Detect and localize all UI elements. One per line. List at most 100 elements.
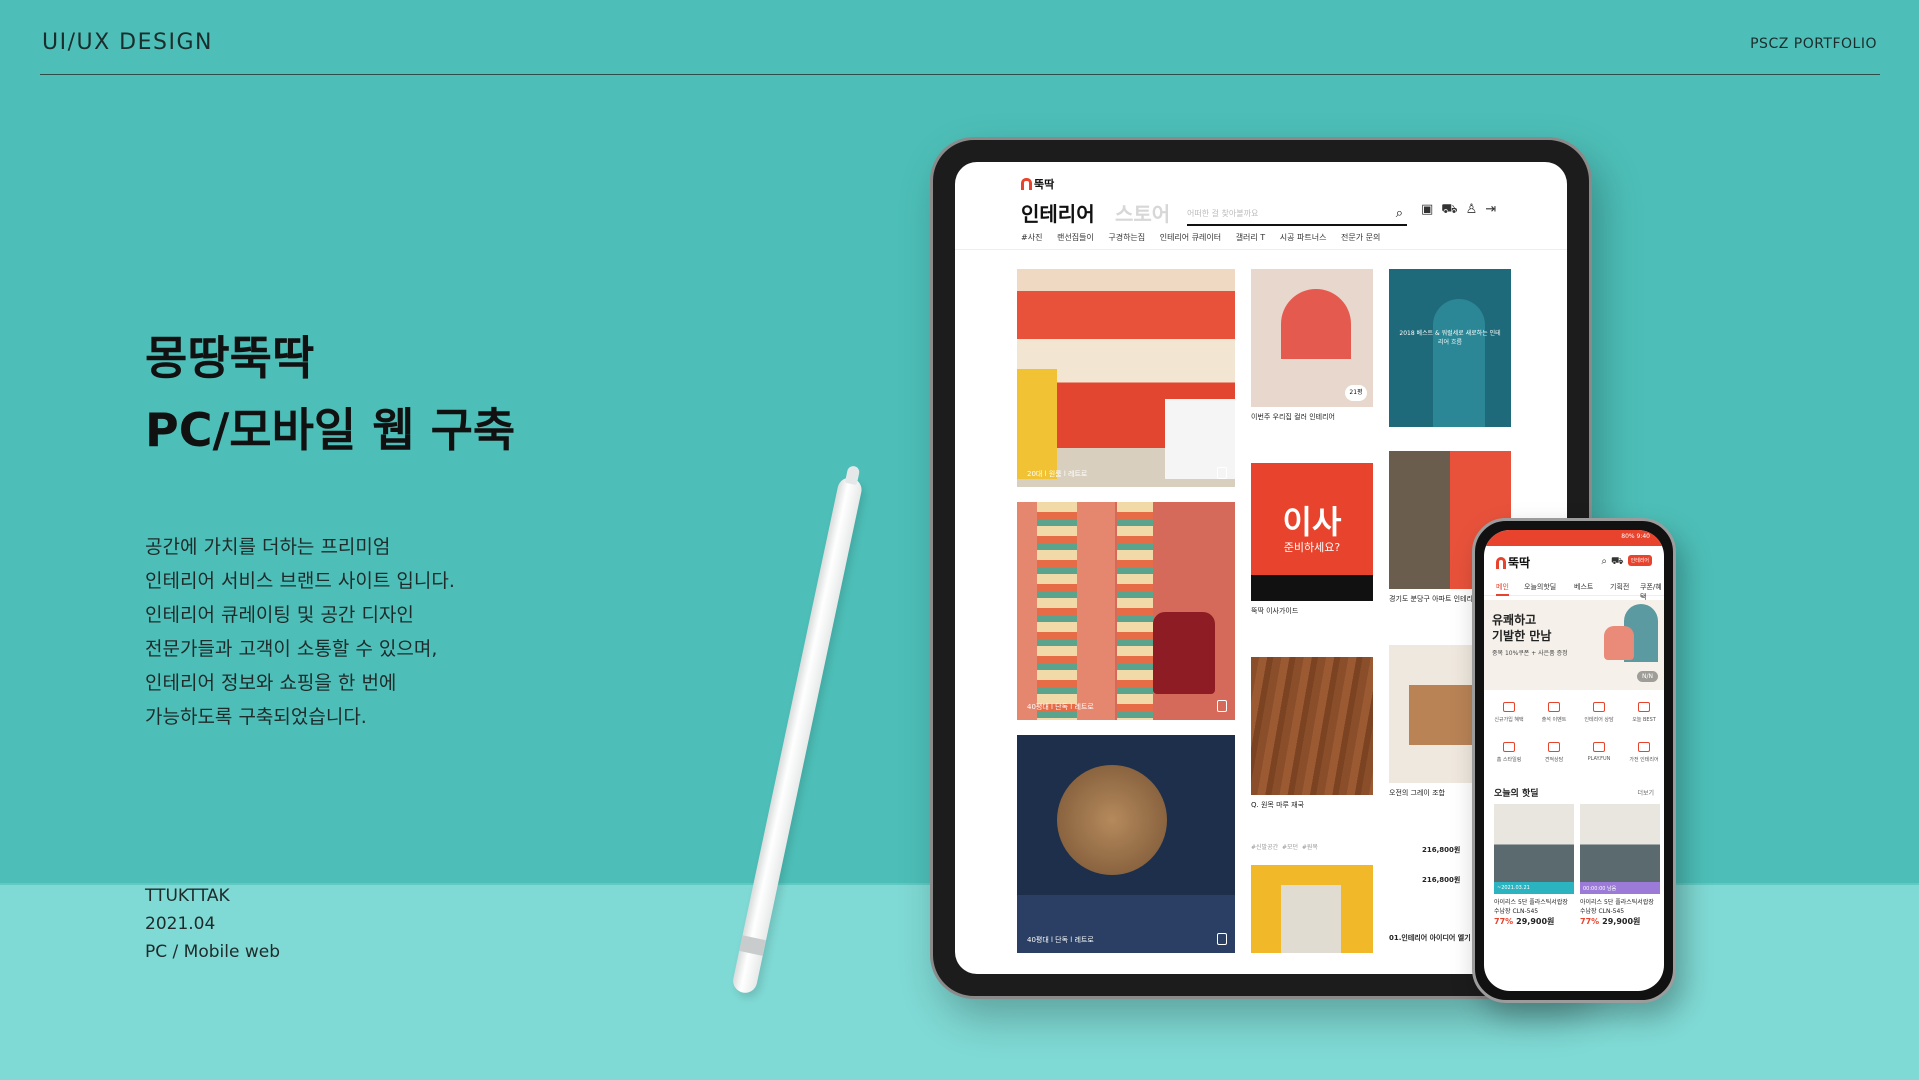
hashtag[interactable]: #모던 [1282, 844, 1298, 851]
desc-line: 인테리어 큐레이팅 및 공간 디자인 [145, 604, 414, 626]
calendar-icon [1548, 702, 1560, 712]
product-card[interactable]: ~2021.03.21 아이리스 5단 플라스틱서랍장 수납장 CLN-545 … [1494, 804, 1574, 927]
play-icon [1593, 742, 1605, 752]
scrap-icon[interactable]: ▣ [1421, 202, 1441, 217]
menu-item[interactable]: 인테리어 큐레이터 [1160, 233, 1221, 242]
tab-main[interactable]: 메인 [1496, 582, 1509, 596]
product-price: 216,800원 [1422, 846, 1461, 854]
more-link[interactable]: 더보기 [1637, 788, 1654, 797]
project-description: 공간에 가치를 더하는 프리미엄 인테리어 서비스 브랜드 사이트 입니다. 인… [145, 530, 455, 734]
phone-hero-banner[interactable]: 유쾌하고 기발한 만남 중복 10%쿠폰 + 사은품 증정 N/N [1484, 600, 1664, 690]
category-item[interactable]: 신규가입 혜택 [1484, 702, 1534, 723]
category-grid: 신규가입 혜택 출석 이벤트 인테리어 상담 오늘 BEST 홈 스타일링 견적… [1484, 696, 1664, 782]
brand-name: TTUKTTAK [145, 886, 230, 906]
tab-best[interactable]: 베스트 [1574, 582, 1593, 592]
banner-pager[interactable]: N/N [1637, 671, 1658, 682]
bookmark-icon[interactable] [1217, 700, 1227, 712]
photo-card[interactable]: 20대 l 원룸 l 레트로 [1017, 269, 1235, 487]
desc-line: 공간에 가치를 더하는 프리미엄 [145, 536, 391, 558]
desc-line: 가능하도록 구축되었습니다. [145, 706, 367, 728]
category-item[interactable]: 견적상담 [1529, 742, 1579, 763]
phone-tabs: 메인 오늘의핫딜 베스트 기획전 쿠폰/혜택 [1484, 580, 1664, 601]
size-badge: 21평 [1345, 385, 1367, 401]
hero-heading: 유쾌하고 기발한 만남 [1492, 613, 1552, 643]
category-item[interactable]: 오늘 BEST [1619, 702, 1664, 723]
hero-subtext: 중복 10%쿠폰 + 사은품 증정 [1492, 650, 1568, 657]
menu-item[interactable]: 갤러리 T [1236, 233, 1266, 242]
tab-exhibition[interactable]: 기획전 [1610, 582, 1629, 592]
product-price: 77% 29,900원 [1580, 917, 1641, 926]
menu-item[interactable]: #사진 [1021, 233, 1042, 242]
tablet-logo[interactable]: 뚝딱 [1021, 176, 1054, 192]
category-item[interactable]: PLAY.FUN [1574, 742, 1624, 762]
interior-badge[interactable]: 인테리어 [1627, 555, 1652, 566]
menu-item[interactable]: 시공 파트너스 [1280, 233, 1327, 242]
photo-caption: 40평대 l 단독 l 레트로 [1027, 936, 1094, 944]
moving-banner[interactable]: 이사 준비하세요? [1251, 463, 1373, 601]
card-title[interactable]: 01.인테리어 아이디어 엘기 [1389, 933, 1471, 943]
tablet-header: 뚝딱 인테리어 스토어 어떠한 걸 찾아볼까요 ⌕ ▣⛟♙⇥ #사진 랜선집들이… [955, 162, 1567, 250]
desc-line: 인테리어 정보와 쇼핑을 한 번에 [145, 672, 397, 694]
nav-store[interactable]: 스토어 [1115, 198, 1170, 227]
gift-icon [1503, 702, 1515, 712]
category-item[interactable]: 출석 이벤트 [1529, 702, 1579, 723]
product-image: 00:00:00 남음 [1580, 804, 1660, 894]
lamp-icon [1503, 742, 1515, 752]
deal-tag: 00:00:00 남음 [1580, 882, 1660, 894]
desc-line: 전문가들과 고객이 소통할 수 있으며, [145, 638, 438, 660]
house-logo-icon [1021, 178, 1032, 190]
hashtag-list: #신발공간 #모던 #원목 [1251, 843, 1318, 852]
search-icon[interactable]: ⌕ [1396, 206, 1403, 221]
category-item[interactable]: 홈 스타일링 [1484, 742, 1534, 763]
photo-card[interactable]: 21평 [1251, 269, 1373, 407]
photo-card[interactable]: 40평대 l 단독 l 레트로 [1017, 502, 1235, 720]
card-title[interactable]: 이번주 우리집 컬러 인테리어 [1251, 412, 1335, 422]
nav-interior[interactable]: 인테리어 [1021, 198, 1095, 227]
card-title[interactable]: 뚝딱 이사가이드 [1251, 606, 1298, 616]
house-logo-icon [1496, 557, 1506, 569]
phone-mockup: 80% 9:40 뚝딱 ⌕⛟ 인테리어 메인 오늘의핫딜 베스트 기획전 쿠폰/혜… [1472, 518, 1676, 1003]
photo-caption: 40평대 l 단독 l 레트로 [1027, 703, 1094, 711]
photo-caption: 20대 l 원룸 l 레트로 [1027, 470, 1088, 478]
project-title-line2: PC/모바일 웹 구축 [145, 403, 516, 457]
photo-card[interactable] [1251, 657, 1373, 795]
phone-header-icons: ⌕⛟ 인테리어 [1601, 555, 1652, 569]
tab-coupon[interactable]: 쿠폰/혜택 [1640, 582, 1664, 602]
cart-icon[interactable]: ⛟ [1611, 556, 1628, 567]
product-card[interactable]: 00:00:00 남음 아이리스 5단 플라스틱서랍장 수납장 CLN-545 … [1580, 804, 1660, 927]
pencil-band [739, 935, 767, 956]
tablet-header-icons: ▣⛟♙⇥ [1421, 202, 1504, 219]
deal-tag: ~2021.03.21 [1494, 882, 1574, 894]
menu-item[interactable]: 랜선집들이 [1057, 233, 1094, 242]
desc-line: 인테리어 서비스 브랜드 사이트 입니다. [145, 570, 455, 592]
menu-item[interactable]: 구경하는집 [1108, 233, 1145, 242]
phone-header: 뚝딱 ⌕⛟ 인테리어 [1484, 546, 1664, 576]
card-title[interactable]: 경기도 분당구 아파트 인테리어 [1389, 594, 1479, 604]
category-item[interactable]: 인테리어 상담 [1574, 702, 1624, 723]
card-title[interactable]: 오전의 그레이 조합 [1389, 788, 1445, 798]
cart-icon[interactable]: ⛟ [1441, 202, 1465, 217]
login-icon[interactable]: ⇥ [1485, 202, 1504, 217]
hashtag[interactable]: #신발공간 [1251, 844, 1278, 851]
category-item[interactable]: 가전 인테리어 [1619, 742, 1664, 763]
product-price: 216,800원 [1422, 876, 1461, 884]
project-date: 2021.04 [145, 914, 216, 934]
product-price: 77% 29,900원 [1494, 917, 1555, 926]
search-placeholder: 어떠한 걸 찾아볼까요 [1187, 209, 1259, 218]
bookmark-icon[interactable] [1217, 467, 1227, 479]
search-icon[interactable]: ⌕ [1601, 556, 1611, 567]
project-title: 몽땅뚝딱 PC/모바일 웹 구축 [145, 322, 515, 466]
search-input[interactable]: 어떠한 걸 찾아볼까요 ⌕ [1187, 204, 1407, 226]
user-icon[interactable]: ♙ [1466, 202, 1486, 217]
phone-logo[interactable]: 뚝딱 [1496, 554, 1530, 571]
menu-item[interactable]: 전문가 문의 [1341, 233, 1380, 242]
event-banner[interactable]: 2018 베스트 & 워럴세로 새로하는 인테리어 흐름 [1389, 269, 1511, 427]
product-name: 아이리스 5단 플라스틱서랍장 수납장 CLN-545 [1494, 899, 1568, 915]
card-title[interactable]: Q. 원목 마루 재국 [1251, 800, 1304, 810]
banner-subtitle: 준비하세요? [1283, 541, 1341, 554]
hashtag[interactable]: #원목 [1302, 844, 1318, 851]
photo-card[interactable]: 40평대 l 단독 l 레트로 [1017, 735, 1235, 953]
photo-card[interactable] [1251, 865, 1373, 953]
bookmark-icon[interactable] [1217, 933, 1227, 945]
tab-hotdeal[interactable]: 오늘의핫딜 [1524, 582, 1556, 592]
